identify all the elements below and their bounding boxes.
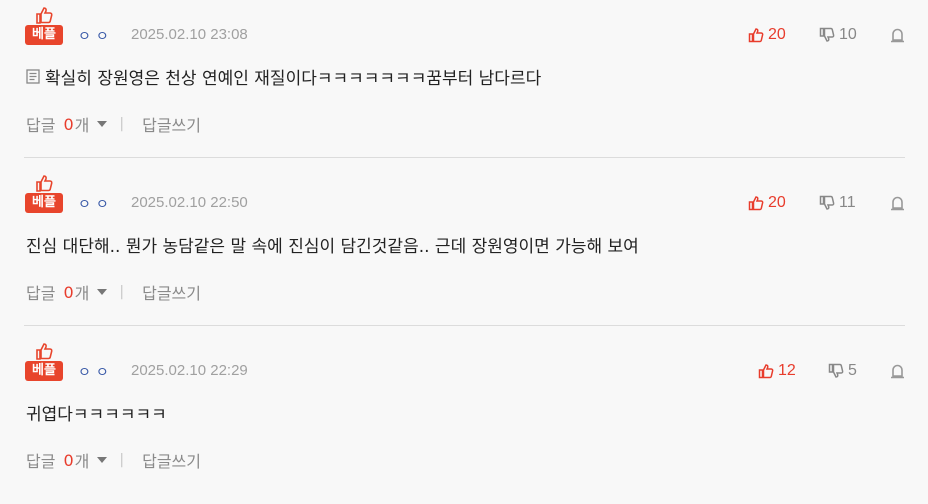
downvote-count: 10 — [839, 26, 857, 43]
reply-count: 0 — [63, 450, 74, 470]
separator: | — [119, 116, 125, 132]
downvote-button[interactable]: 11 — [819, 194, 856, 212]
upvote-button[interactable]: 20 — [748, 26, 786, 44]
caret-down-icon[interactable] — [97, 289, 108, 295]
author-nickname[interactable]: ㅇㅇ — [78, 194, 114, 214]
author-nickname[interactable]: ㅇㅇ — [78, 362, 114, 382]
upvote-button[interactable]: 12 — [758, 362, 796, 380]
reply-toggle-label[interactable]: 답글 — [26, 112, 55, 136]
author-nickname[interactable]: ㅇㅇ — [78, 26, 114, 46]
report-icon[interactable] — [889, 195, 906, 212]
report-icon[interactable] — [889, 363, 906, 380]
upvote-count: 12 — [778, 362, 796, 379]
thumbs-up-icon — [36, 343, 53, 360]
comment-divider — [24, 325, 905, 326]
best-comment-badge: 베플 — [24, 342, 64, 382]
upvote-count: 20 — [768, 194, 786, 211]
memo-icon — [26, 69, 40, 84]
reply-bar: 답글 0 개 | 답글쓰기 — [26, 448, 201, 472]
thumbs-up-icon — [36, 7, 53, 24]
reply-unit: 개 — [74, 284, 90, 303]
write-reply-button[interactable]: 답글쓰기 — [142, 112, 201, 136]
upvote-count: 20 — [768, 26, 786, 43]
comment-text-row: 귀엽다ㅋㅋㅋㅋㅋㅋ — [26, 400, 167, 425]
caret-down-icon[interactable] — [97, 121, 108, 127]
reply-unit: 개 — [74, 452, 90, 471]
downvote-count: 5 — [848, 362, 857, 379]
comment-text: 귀엽다ㅋㅋㅋㅋㅋㅋ — [26, 405, 167, 425]
comment-text: 확실히 장원영은 천상 연예인 재질이다ㅋㅋㅋㅋㅋㅋㅋ꿈부터 남다르다 — [45, 69, 542, 89]
comment-text-row: 확실히 장원영은 천상 연예인 재질이다ㅋㅋㅋㅋㅋㅋㅋ꿈부터 남다르다 — [26, 64, 541, 89]
comment-text: 진심 대단해.. 뭔가 농담같은 말 속에 진심이 담긴것같음.. 근데 장원영… — [26, 237, 639, 257]
reply-toggle-label[interactable]: 답글 — [26, 280, 55, 304]
upvote-button[interactable]: 20 — [748, 194, 786, 212]
comment-date: 2025.02.10 22:50 — [131, 194, 248, 211]
comment-text-row: 진심 대단해.. 뭔가 농담같은 말 속에 진심이 담긴것같음.. 근데 장원영… — [26, 232, 639, 257]
thumbs-up-icon — [748, 28, 764, 43]
thumbs-down-icon — [819, 27, 835, 42]
separator: | — [119, 284, 125, 300]
comment-item: 베플 ㅇㅇ 2025.02.10 22:50 20 11 진심 대단해.. 뭔가… — [0, 168, 928, 336]
reply-count: 0 — [63, 114, 74, 134]
report-icon[interactable] — [889, 27, 906, 44]
reply-bar: 답글 0 개 | 답글쓰기 — [26, 280, 201, 304]
comment-date: 2025.02.10 23:08 — [131, 26, 248, 43]
best-comment-badge: 베플 — [24, 6, 64, 46]
downvote-button[interactable]: 10 — [819, 26, 857, 44]
thumbs-up-icon — [748, 196, 764, 211]
comment-item: 베플 ㅇㅇ 2025.02.10 23:08 20 10 확실히 장원영은 천상… — [0, 0, 928, 168]
reply-bar: 답글 0 개 | 답글쓰기 — [26, 112, 201, 136]
reply-toggle-label[interactable]: 답글 — [26, 448, 55, 472]
write-reply-button[interactable]: 답글쓰기 — [142, 448, 201, 472]
reply-count: 0 — [63, 282, 74, 302]
thumbs-up-icon — [36, 175, 53, 192]
best-label: 베플 — [25, 193, 63, 213]
comment-divider — [24, 157, 905, 158]
thumbs-up-icon — [758, 364, 774, 379]
best-label: 베플 — [25, 361, 63, 381]
reply-unit: 개 — [74, 116, 90, 135]
caret-down-icon[interactable] — [97, 457, 108, 463]
thumbs-down-icon — [819, 195, 835, 210]
best-comment-badge: 베플 — [24, 174, 64, 214]
best-label: 베플 — [25, 25, 63, 45]
downvote-count: 11 — [839, 194, 856, 211]
downvote-button[interactable]: 5 — [828, 362, 857, 380]
thumbs-down-icon — [828, 363, 844, 378]
write-reply-button[interactable]: 답글쓰기 — [142, 280, 201, 304]
separator: | — [119, 452, 125, 468]
comment-date: 2025.02.10 22:29 — [131, 362, 248, 379]
comment-item: 베플 ㅇㅇ 2025.02.10 22:29 12 5 귀엽다ㅋㅋㅋㅋㅋㅋ 답글… — [0, 336, 928, 504]
